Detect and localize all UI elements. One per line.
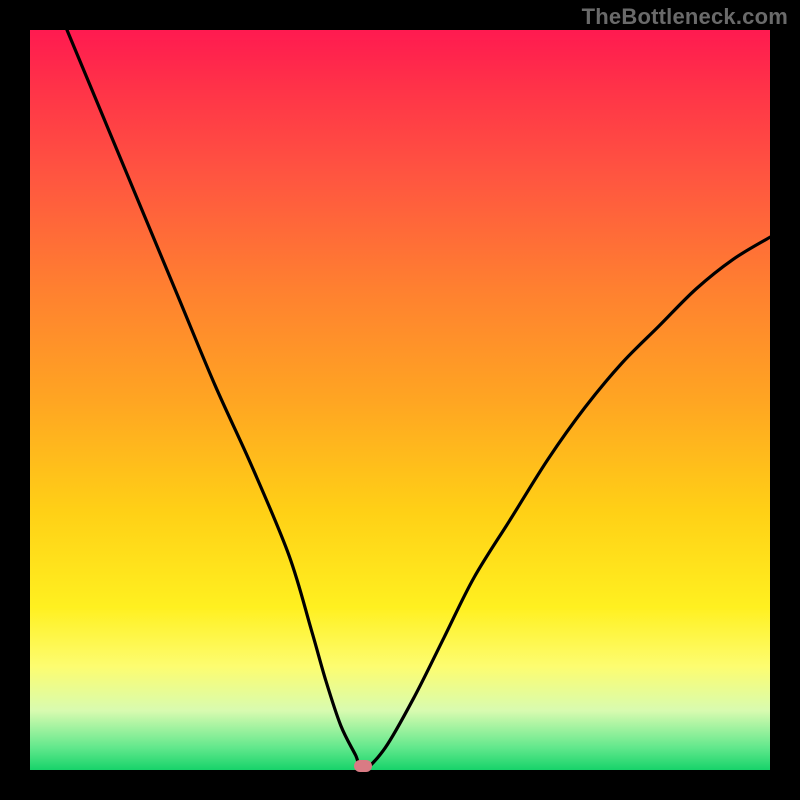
plot-area xyxy=(30,30,770,770)
minimum-marker xyxy=(354,760,372,772)
curve-svg xyxy=(30,30,770,770)
bottleneck-curve xyxy=(67,30,770,770)
chart-frame: TheBottleneck.com xyxy=(0,0,800,800)
watermark-text: TheBottleneck.com xyxy=(582,4,788,30)
